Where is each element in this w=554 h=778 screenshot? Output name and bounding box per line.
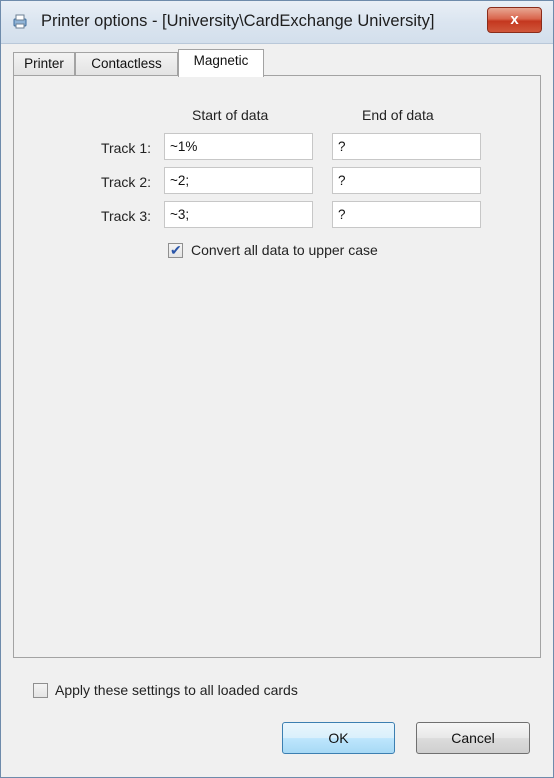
tab-printer[interactable]: Printer [13, 52, 75, 75]
tab-magnetic[interactable]: Magnetic [178, 49, 264, 77]
track-3-start-input[interactable]: ~3; [164, 201, 313, 228]
track-1-label: Track 1: [100, 140, 151, 156]
magnetic-tab-panel: Start of data End of data Track 1: ~1% ?… [13, 75, 541, 658]
cancel-button[interactable]: Cancel [416, 722, 530, 754]
start-of-data-header: Start of data [192, 107, 269, 123]
track-3-label: Track 3: [100, 208, 151, 224]
apply-all-checkbox[interactable] [33, 683, 48, 698]
uppercase-label[interactable]: Convert all data to upper case [191, 242, 378, 258]
track-3-end-input[interactable]: ? [332, 201, 481, 228]
window-title: Printer options - [University\CardExchan… [41, 12, 435, 30]
track-2-start-input[interactable]: ~2; [164, 167, 313, 194]
apply-all-label[interactable]: Apply these settings to all loaded cards [55, 682, 298, 698]
track-2-end-input[interactable]: ? [332, 167, 481, 194]
close-button[interactable]: x [487, 7, 542, 33]
track-2-label: Track 2: [100, 174, 151, 190]
ok-button[interactable]: OK [282, 722, 395, 754]
track-1-start-input[interactable]: ~1% [164, 133, 313, 160]
title-bar[interactable]: Printer options - [University\CardExchan… [1, 1, 553, 44]
end-of-data-header: End of data [362, 107, 434, 123]
uppercase-checkbox[interactable]: ✔ [168, 242, 183, 258]
close-icon: x [510, 11, 519, 28]
tab-contactless[interactable]: Contactless [75, 52, 178, 75]
checkmark-icon: ✔ [170, 242, 182, 258]
printer-options-dialog: Printer options - [University\CardExchan… [0, 0, 554, 778]
track-1-end-input[interactable]: ? [332, 133, 481, 160]
printer-app-icon [11, 12, 29, 30]
